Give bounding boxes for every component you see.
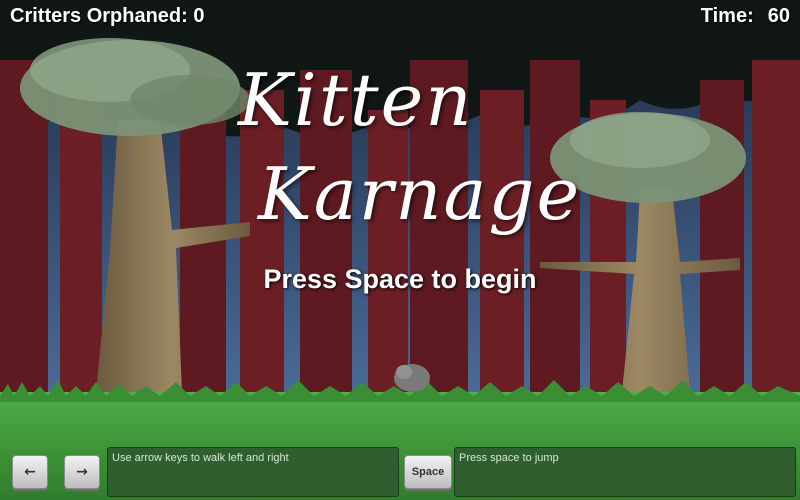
start-prompt: Press Space to begin: [263, 264, 537, 294]
walk-hint-panel: Use arrow keys to walk left and right: [107, 447, 399, 497]
timer-label: Time:: [700, 5, 754, 27]
timer-value: 60: [767, 5, 790, 27]
left-arrow-key-icon: ←: [12, 455, 48, 489]
game-title-line-1: Kitten: [238, 58, 474, 142]
right-arrow-key-icon: →: [64, 455, 100, 489]
timer: Time: 60: [701, 5, 790, 28]
jump-hint-panel: Press space to jump: [454, 447, 796, 497]
critters-orphaned-counter: Critters Orphaned: 0: [10, 5, 205, 27]
space-key-icon: Space: [404, 455, 452, 489]
critter: [394, 364, 430, 392]
game-title-line-2: Karnage: [258, 152, 582, 236]
